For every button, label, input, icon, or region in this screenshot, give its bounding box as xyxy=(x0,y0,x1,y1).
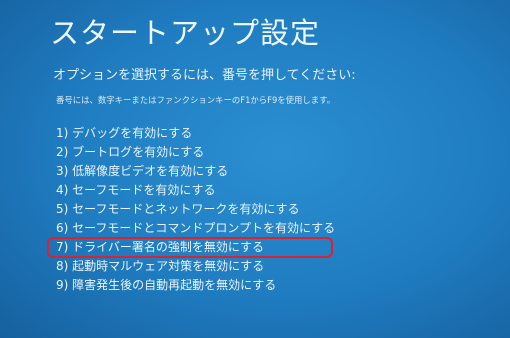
option-enable-low-resolution-video[interactable]: 3) 低解像度ビデオを有効にする xyxy=(56,162,335,181)
key-hint-text: 番号には、数字キーまたはファンクションキーのF1からF9を使用します。 xyxy=(56,95,336,105)
option-safe-mode-command-prompt[interactable]: 6) セーフモードとコマンドプロンプトを有効にする xyxy=(56,219,335,238)
page-title: スタートアップ設定 xyxy=(50,16,321,50)
option-safe-mode-networking[interactable]: 5) セーフモードとネットワークを有効にする xyxy=(56,200,335,219)
option-enable-debugging[interactable]: 1) デバッグを有効にする xyxy=(56,124,335,143)
option-enable-safe-mode[interactable]: 4) セーフモードを有効にする xyxy=(56,181,335,200)
instruction-text: オプションを選択するには、番号を押してください: xyxy=(53,68,356,83)
option-disable-driver-signature-enforcement[interactable]: 7) ドライバー署名の強制を無効にする xyxy=(46,237,335,258)
startup-options-list: 1) デバッグを有効にする 2) ブートログを有効にする 3) 低解像度ビデオを… xyxy=(46,124,335,295)
option-disable-auto-restart[interactable]: 9) 障害発生後の自動再起動を無効にする xyxy=(56,276,335,295)
option-enable-boot-logging[interactable]: 2) ブートログを有効にする xyxy=(56,143,335,162)
option-disable-early-launch-antimalware[interactable]: 8) 起動時マルウェア対策を無効にする xyxy=(56,257,335,276)
startup-settings-screen: スタートアップ設定 オプションを選択するには、番号を押してください: 番号には、… xyxy=(0,0,510,338)
